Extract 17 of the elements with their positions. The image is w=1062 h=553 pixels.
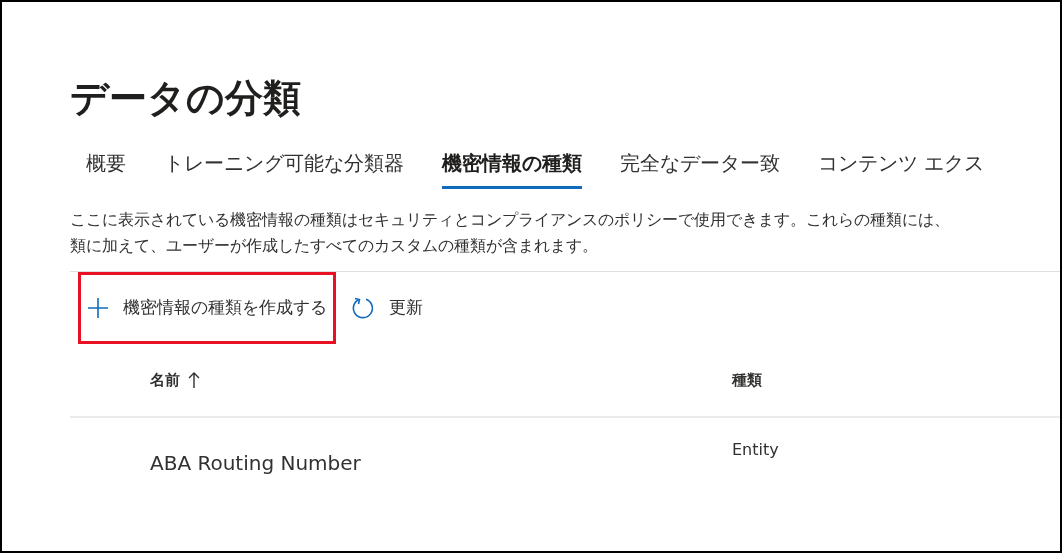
tab[interactable]: トレーニング可能な分類器 [164, 148, 404, 189]
description-text: 類に加えて、ユーザーが作成したすべてのカスタムの種類が含まれます。 [70, 235, 598, 257]
create-button[interactable]: 機密情報の種類を作成する [78, 272, 336, 344]
table-cell: ABA Routing Number [150, 451, 361, 475]
tab[interactable]: 完全なデーター致 [620, 148, 780, 189]
description-text: ここに表示されている機密情報の種類はセキュリティとコンプライアンスのポリシーで使用できます。これらの種類には、 [70, 209, 950, 231]
plus-icon [87, 297, 109, 319]
column-header[interactable]: 種類 [732, 368, 762, 392]
refresh-button[interactable]: 更新 [342, 272, 432, 344]
tab[interactable]: 機密情報の種類 [442, 148, 582, 189]
page-title: データの分類 [70, 75, 301, 122]
sort-up-icon [188, 371, 200, 389]
refresh-icon [351, 296, 375, 320]
tab[interactable]: コンテンツ エクス [818, 148, 985, 189]
tab[interactable]: 概要 [86, 148, 126, 189]
table-cell: Entity [732, 440, 779, 459]
column-header[interactable]: 名前 [150, 368, 200, 392]
